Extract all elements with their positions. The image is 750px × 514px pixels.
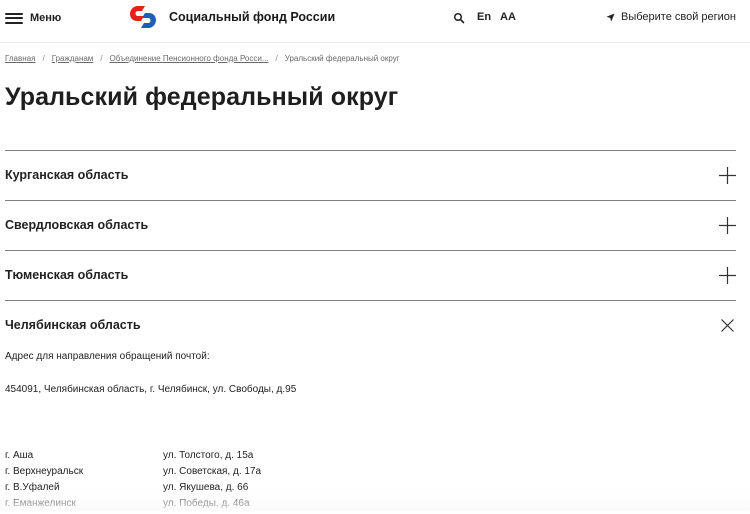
mail-address-value: 454091, Челябинская область, г. Челябинс…: [5, 384, 297, 395]
office-address: ул. Победы, д. 46а: [163, 498, 250, 509]
font-size-toggle[interactable]: AA: [500, 11, 516, 23]
header-divider: [0, 42, 750, 43]
office-address: ул. Якушева, д. 66: [163, 482, 249, 493]
breadcrumb-separator: /: [275, 54, 278, 63]
accordion-item-title: Курганская область: [5, 168, 129, 182]
menu-button[interactable]: Меню: [5, 10, 61, 26]
office-row: г. Аша ул. Толстого, д. 15а: [5, 450, 405, 466]
hamburger-icon: [5, 12, 23, 24]
location-arrow-icon: [606, 12, 615, 22]
menu-label: Меню: [30, 12, 62, 24]
regions-accordion: Курганская область Свердловская область …: [5, 150, 736, 350]
accordion-item-sverdlovsk[interactable]: Свердловская область: [5, 200, 736, 250]
accordion-item-title: Челябинская область: [5, 318, 141, 332]
language-switch[interactable]: En: [477, 11, 491, 23]
office-city: г. Верхнеуральск: [5, 466, 84, 477]
office-row: г. В.Уфалей ул. Якушева, д. 66: [5, 482, 405, 498]
office-city: г. Аша: [5, 450, 34, 461]
site-logo[interactable]: Социальный фонд России: [128, 4, 335, 30]
sfr-logo-icon: [130, 6, 156, 28]
breadcrumb: Главная / Гражданам / Объединение Пенсио…: [5, 54, 400, 63]
office-row: г. Верхнеуральск ул. Советская, д. 17а: [5, 466, 405, 482]
plus-icon[interactable]: [719, 217, 736, 234]
accordion-item-tyumen[interactable]: Тюменская область: [5, 250, 736, 300]
office-city: г. В.Уфалей: [5, 482, 60, 493]
breadcrumb-separator: /: [100, 54, 103, 63]
office-address: ул. Толстого, д. 15а: [163, 450, 254, 461]
search-icon[interactable]: [453, 12, 465, 24]
office-city: г. Еманжелинск: [5, 498, 76, 509]
breadcrumb-current: Уральский федеральный округ: [284, 54, 400, 63]
breadcrumb-home[interactable]: Главная: [5, 54, 35, 63]
site-header: Меню Социальный фонд России En AA Выбери…: [0, 0, 750, 36]
offices-list: г. Аша ул. Толстого, д. 15а г. Верхнеура…: [5, 450, 405, 514]
logo-text: Социальный фонд России: [169, 10, 336, 24]
accordion-item-title: Свердловская область: [5, 218, 149, 232]
plus-icon[interactable]: [719, 267, 736, 284]
office-row: г. Еманжелинск ул. Победы, д. 46а: [5, 498, 405, 514]
accordion-item-kurgan[interactable]: Курганская область: [5, 150, 736, 200]
region-selector[interactable]: Выберите свой регион: [606, 11, 736, 23]
breadcrumb-pension-fund[interactable]: Объединение Пенсионного фонда Росси...: [110, 54, 269, 63]
plus-icon[interactable]: [719, 167, 736, 184]
region-label: Выберите свой регион: [620, 11, 736, 23]
breadcrumb-citizens[interactable]: Гражданам: [52, 54, 94, 63]
office-address: ул. Советская, д. 17а: [163, 466, 262, 477]
close-icon[interactable]: [721, 319, 734, 332]
accordion-item-title: Тюменская область: [5, 268, 129, 282]
breadcrumb-separator: /: [42, 54, 45, 63]
accordion-item-chelyabinsk[interactable]: Челябинская область: [5, 300, 736, 350]
page-title: Уральский федеральный округ: [5, 83, 399, 111]
mail-address-label: Адрес для направления обращений почтой:: [5, 351, 210, 362]
